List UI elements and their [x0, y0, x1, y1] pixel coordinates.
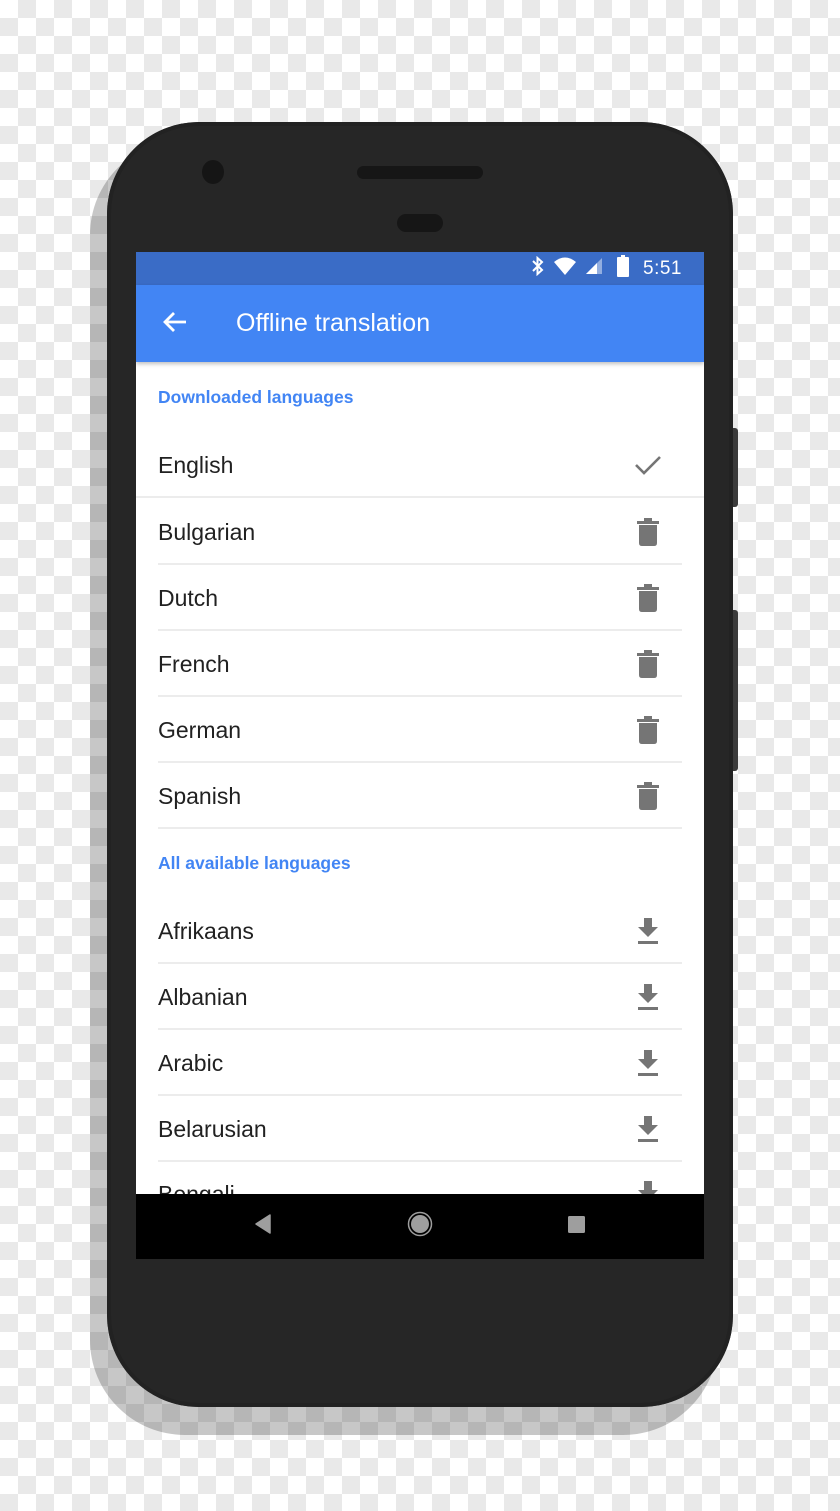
recents-square-icon [567, 1215, 585, 1238]
front-camera [202, 160, 224, 184]
list-item-belarusian[interactable]: Belarusian [136, 1096, 704, 1162]
list-item-arabic[interactable]: Arabic [136, 1030, 704, 1096]
phone-screen: 5:51 Offline translation Downloaded lang… [136, 252, 704, 1259]
earpiece-speaker [357, 166, 483, 179]
divider [158, 827, 682, 829]
download-icon[interactable] [632, 982, 664, 1012]
list-item-albanian[interactable]: Albanian [136, 964, 704, 1030]
download-icon[interactable] [632, 916, 664, 946]
power-button [733, 428, 738, 507]
language-label: German [158, 717, 242, 743]
list-item-english[interactable]: English [136, 432, 704, 498]
section-header-available: All available languages [158, 853, 351, 873]
delete-icon[interactable] [632, 781, 664, 811]
language-list[interactable]: Downloaded languages English Bulgarian D… [136, 362, 704, 1194]
language-label: Dutch [158, 585, 219, 611]
language-label: Spanish [158, 783, 242, 809]
list-item-french[interactable]: French [136, 631, 704, 697]
wifi-icon [553, 256, 577, 281]
language-label: English [158, 452, 234, 478]
back-triangle-icon [254, 1214, 272, 1239]
battery-icon [617, 255, 630, 282]
status-bar: 5:51 [136, 252, 704, 285]
download-icon[interactable] [632, 1114, 664, 1144]
list-item-bengali[interactable]: Bengali [136, 1161, 704, 1194]
list-item-bulgarian[interactable]: Bulgarian [136, 499, 704, 565]
bluetooth-icon [531, 255, 545, 281]
nav-back-button[interactable] [233, 1194, 293, 1259]
navigation-bar [136, 1194, 704, 1259]
language-label: Arabic [158, 1050, 224, 1076]
language-label: French [158, 651, 230, 677]
language-label: Belarusian [158, 1116, 267, 1142]
delete-icon[interactable] [632, 649, 664, 679]
section-header-downloaded: Downloaded languages [158, 387, 354, 407]
delete-icon[interactable] [632, 715, 664, 745]
divider [136, 496, 704, 498]
nav-recents-button[interactable] [546, 1194, 606, 1259]
status-time: 5:51 [643, 257, 682, 279]
delete-icon[interactable] [632, 517, 664, 547]
app-bar: Offline translation [136, 285, 704, 362]
download-icon[interactable] [632, 1048, 664, 1078]
page-title: Offline translation [236, 309, 431, 337]
volume-button [733, 610, 738, 771]
nav-home-button[interactable] [390, 1194, 450, 1259]
download-icon[interactable] [632, 1179, 664, 1194]
language-label: Afrikaans [158, 918, 254, 944]
delete-icon[interactable] [632, 583, 664, 613]
language-label: Bengali [158, 1181, 235, 1194]
cellular-signal-icon [585, 257, 603, 280]
back-button[interactable] [158, 307, 192, 341]
check-icon [632, 450, 664, 480]
home-circle-icon [407, 1211, 433, 1242]
arrow-back-icon [162, 310, 188, 339]
language-label: Albanian [158, 984, 248, 1010]
list-item-afrikaans[interactable]: Afrikaans [136, 898, 704, 964]
list-item-german[interactable]: German [136, 697, 704, 763]
list-item-spanish[interactable]: Spanish [136, 763, 704, 829]
proximity-sensor [397, 214, 443, 232]
language-label: Bulgarian [158, 519, 256, 545]
list-item-dutch[interactable]: Dutch [136, 565, 704, 631]
